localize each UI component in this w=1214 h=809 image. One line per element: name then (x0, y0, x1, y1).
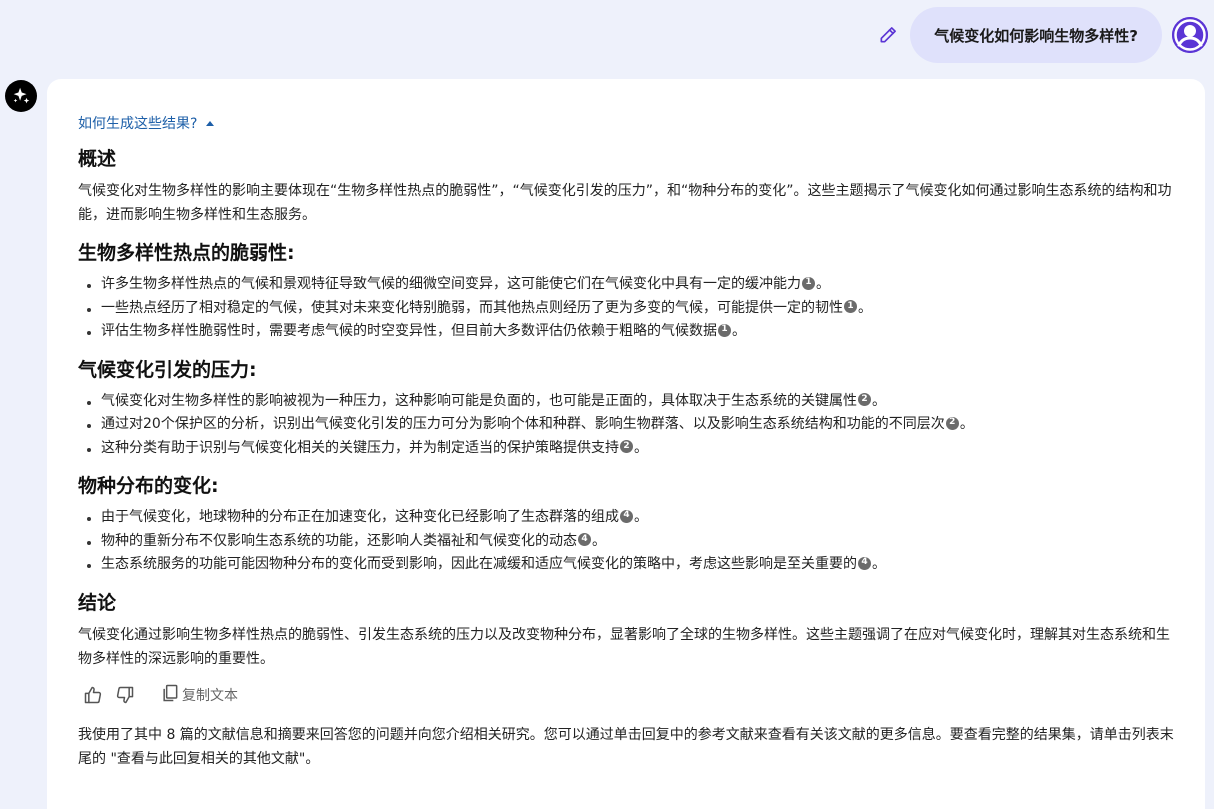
citation-badge[interactable]: 4 (858, 556, 871, 570)
how-generated-link[interactable]: 如何生成这些结果? (78, 113, 215, 133)
citation-badge[interactable]: 1 (844, 300, 857, 313)
bullet-list: 由于气候变化，地球物种的分布正在加速变化，这种变化已经影响了生态群落的组成 4。 … (78, 506, 1175, 577)
citation-badge[interactable]: 2 (945, 416, 959, 430)
chat-page: 气候变化如何影响生物多样性? 如何生成这些结果? 概述 气候变化对生物多样性的影… (0, 0, 1214, 809)
list-item: 通过对20个保护区的分析，识别出气候变化引发的压力可分为影响个体和种群、影响生物… (78, 413, 1175, 437)
list-item: 由于气候变化，地球物种的分布正在加速变化，这种变化已经影响了生态群落的组成 4。 (78, 506, 1175, 530)
list-item: 一些热点经历了相对稳定的气候，使其对未来变化特别脆弱，而其他热点则经历了更为多变… (78, 297, 1175, 321)
list-item: 物种的重新分布不仅影响生态系统的功能，还影响人类福祉和气候变化的动态 4。 (78, 530, 1175, 554)
thumbs-down-icon[interactable] (114, 684, 136, 706)
thumbs-up-icon[interactable] (82, 684, 104, 706)
list-item: 气候变化对生物多样性的影响被视为一种压力，这种影响可能是负面的，也可能是正面的，… (78, 390, 1175, 414)
conclusion-text: 气候变化通过影响生物多样性热点的脆弱性、引发生态系统的压力以及改变物种分布，显著… (78, 626, 1170, 667)
caret-up-icon (206, 120, 215, 126)
list-item: 评估生物多样性脆弱性时，需要考虑气候的时空变异性，但目前大多数评估仍依赖于粗略的… (78, 320, 1175, 344)
sparkle-icon (5, 80, 37, 112)
user-query-bubble: 气候变化如何影响生物多样性? (910, 7, 1162, 63)
overview-title: 概述 (78, 148, 117, 170)
copy-icon (160, 683, 180, 707)
user-icon[interactable] (1172, 17, 1208, 53)
overview-text: 气候变化对生物多样性的影响主要体现在“生物多样性热点的脆弱性”，“气候变化引发的… (78, 183, 1172, 223)
bullet-list: 许多生物多样性热点的气候和景观特征导致气候的细微空间变异，这可能使它们在气候变化… (78, 273, 1175, 344)
citation-badge[interactable]: 2 (858, 393, 871, 406)
how-generated-label: 如何生成这些结果? (78, 116, 198, 132)
user-query-row: 气候变化如何影响生物多样性? (876, 7, 1208, 63)
copy-text-button[interactable]: 复制文本 (160, 683, 238, 707)
bullet-list: 气候变化对生物多样性的影响被视为一种压力，这种影响可能是负面的，也可能是正面的，… (78, 390, 1175, 461)
citation-badge[interactable]: 1 (718, 323, 731, 337)
citation-badge[interactable]: 4 (578, 533, 591, 546)
section-title: 物种分布的变化: (78, 475, 219, 497)
citation-badge[interactable]: 2 (620, 440, 633, 453)
feedback-actions: 复制文本 (82, 683, 1175, 707)
answer-card: 如何生成这些结果? 概述 气候变化对生物多样性的影响主要体现在“生物多样性热点的… (47, 79, 1205, 809)
citation-badge[interactable]: 4 (620, 509, 633, 523)
list-item: 许多生物多样性热点的气候和景观特征导致气候的细微空间变异，这可能使它们在气候变化… (78, 273, 1175, 297)
citation-badge[interactable]: 1 (802, 276, 815, 290)
references-note: 我使用了其中 8 篇的文献信息和摘要来回答您的问题并向您介绍相关研究。您可以通过… (78, 726, 1174, 767)
section-title: 生物多样性热点的脆弱性: (78, 242, 295, 264)
pencil-icon[interactable] (876, 23, 900, 47)
list-item: 这种分类有助于识别与气候变化相关的关键压力，并为制定适当的保护策略提供支持 2。 (78, 437, 1175, 461)
section-title: 气候变化引发的压力: (78, 358, 257, 381)
conclusion-title: 结论 (78, 591, 117, 614)
copy-label: 复制文本 (182, 687, 238, 704)
list-item: 生态系统服务的功能可能因物种分布的变化而受到影响，因此在减缓和适应气候变化的策略… (78, 553, 1175, 577)
